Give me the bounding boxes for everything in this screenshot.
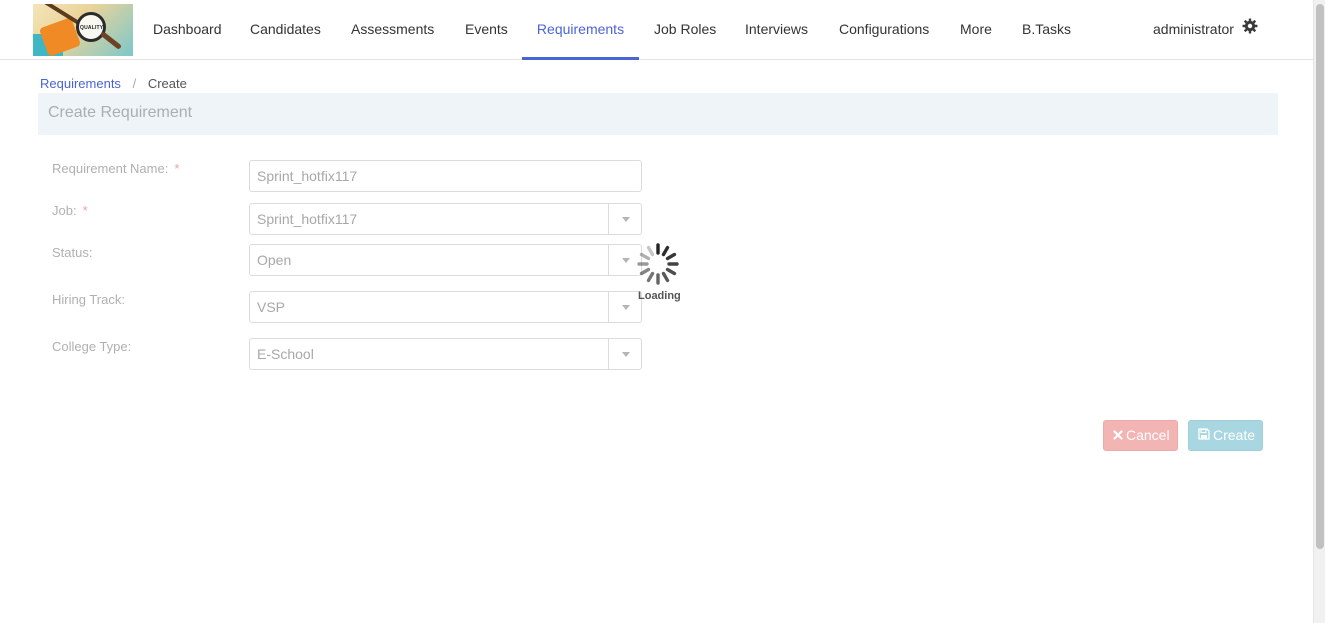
hiring-track-label: Hiring Track:: [52, 292, 125, 307]
requirement-name-input[interactable]: Sprint_hotfix117: [249, 160, 642, 192]
scrollbar-thumb[interactable]: [1316, 4, 1324, 549]
nav-item-btasks[interactable]: B.Tasks: [1022, 0, 1071, 60]
college-type-select[interactable]: E-School: [249, 338, 642, 370]
required-marker: *: [82, 203, 88, 218]
chevron-down-icon[interactable]: [608, 292, 641, 322]
nav-item-assessments[interactable]: Assessments: [351, 0, 434, 60]
cancel-button-label: Cancel: [1126, 427, 1170, 443]
required-marker: *: [174, 161, 180, 176]
job-select[interactable]: Sprint_hotfix117: [249, 203, 642, 235]
breadcrumb-separator: /: [132, 76, 137, 91]
job-label-text: Job:: [52, 203, 77, 218]
requirement-name-label-text: Requirement Name:: [52, 161, 169, 176]
close-icon: [1113, 421, 1123, 450]
save-icon: [1198, 421, 1210, 450]
loading-text: Loading: [638, 290, 681, 302]
magnifier-handle: [100, 31, 122, 50]
status-label: Status:: [52, 245, 93, 260]
requirement-name-label: Requirement Name: *: [52, 161, 179, 176]
breadcrumb-requirements-link[interactable]: Requirements: [40, 76, 121, 91]
nav-item-candidates[interactable]: Candidates: [250, 0, 321, 60]
loading-spinner-icon: [636, 242, 680, 286]
chevron-down-icon[interactable]: [608, 204, 641, 234]
user-menu[interactable]: administrator: [1153, 0, 1258, 60]
job-value: Sprint_hotfix117: [257, 211, 358, 227]
logo-text: QUALITY: [80, 25, 104, 31]
nav-item-configurations[interactable]: Configurations: [839, 0, 929, 60]
nav-item-more[interactable]: More: [960, 0, 992, 60]
top-navbar: QUALITY Dashboard Candidates Assessments…: [0, 0, 1313, 60]
cancel-button[interactable]: Cancel: [1103, 420, 1178, 451]
job-label: Job: *: [52, 203, 88, 218]
hiring-track-select[interactable]: VSP: [249, 291, 642, 323]
nav-item-job-roles[interactable]: Job Roles: [654, 0, 716, 60]
vertical-scrollbar[interactable]: [1313, 0, 1325, 623]
nav-item-dashboard[interactable]: Dashboard: [153, 0, 222, 60]
nav-item-requirements[interactable]: Requirements: [522, 0, 639, 60]
create-button[interactable]: Create: [1188, 420, 1263, 451]
gear-icon[interactable]: [1242, 0, 1258, 58]
status-select[interactable]: Open: [249, 244, 642, 276]
college-type-value: E-School: [257, 346, 314, 362]
create-button-label: Create: [1213, 427, 1256, 443]
user-name: administrator: [1153, 21, 1234, 37]
breadcrumb: Requirements / Create: [40, 76, 187, 91]
requirement-name-value: Sprint_hotfix117: [257, 168, 358, 184]
nav-item-events[interactable]: Events: [465, 0, 508, 60]
college-type-label: College Type:: [52, 339, 132, 354]
panel-header: Create Requirement: [38, 93, 1278, 135]
quality-logo[interactable]: QUALITY: [33, 4, 133, 56]
breadcrumb-current: Create: [147, 76, 187, 91]
page-title: Create Requirement: [48, 104, 193, 121]
status-value: Open: [257, 252, 292, 268]
nav-item-interviews[interactable]: Interviews: [745, 0, 808, 60]
hiring-track-value: VSP: [257, 299, 286, 315]
chevron-down-icon[interactable]: [608, 339, 641, 369]
